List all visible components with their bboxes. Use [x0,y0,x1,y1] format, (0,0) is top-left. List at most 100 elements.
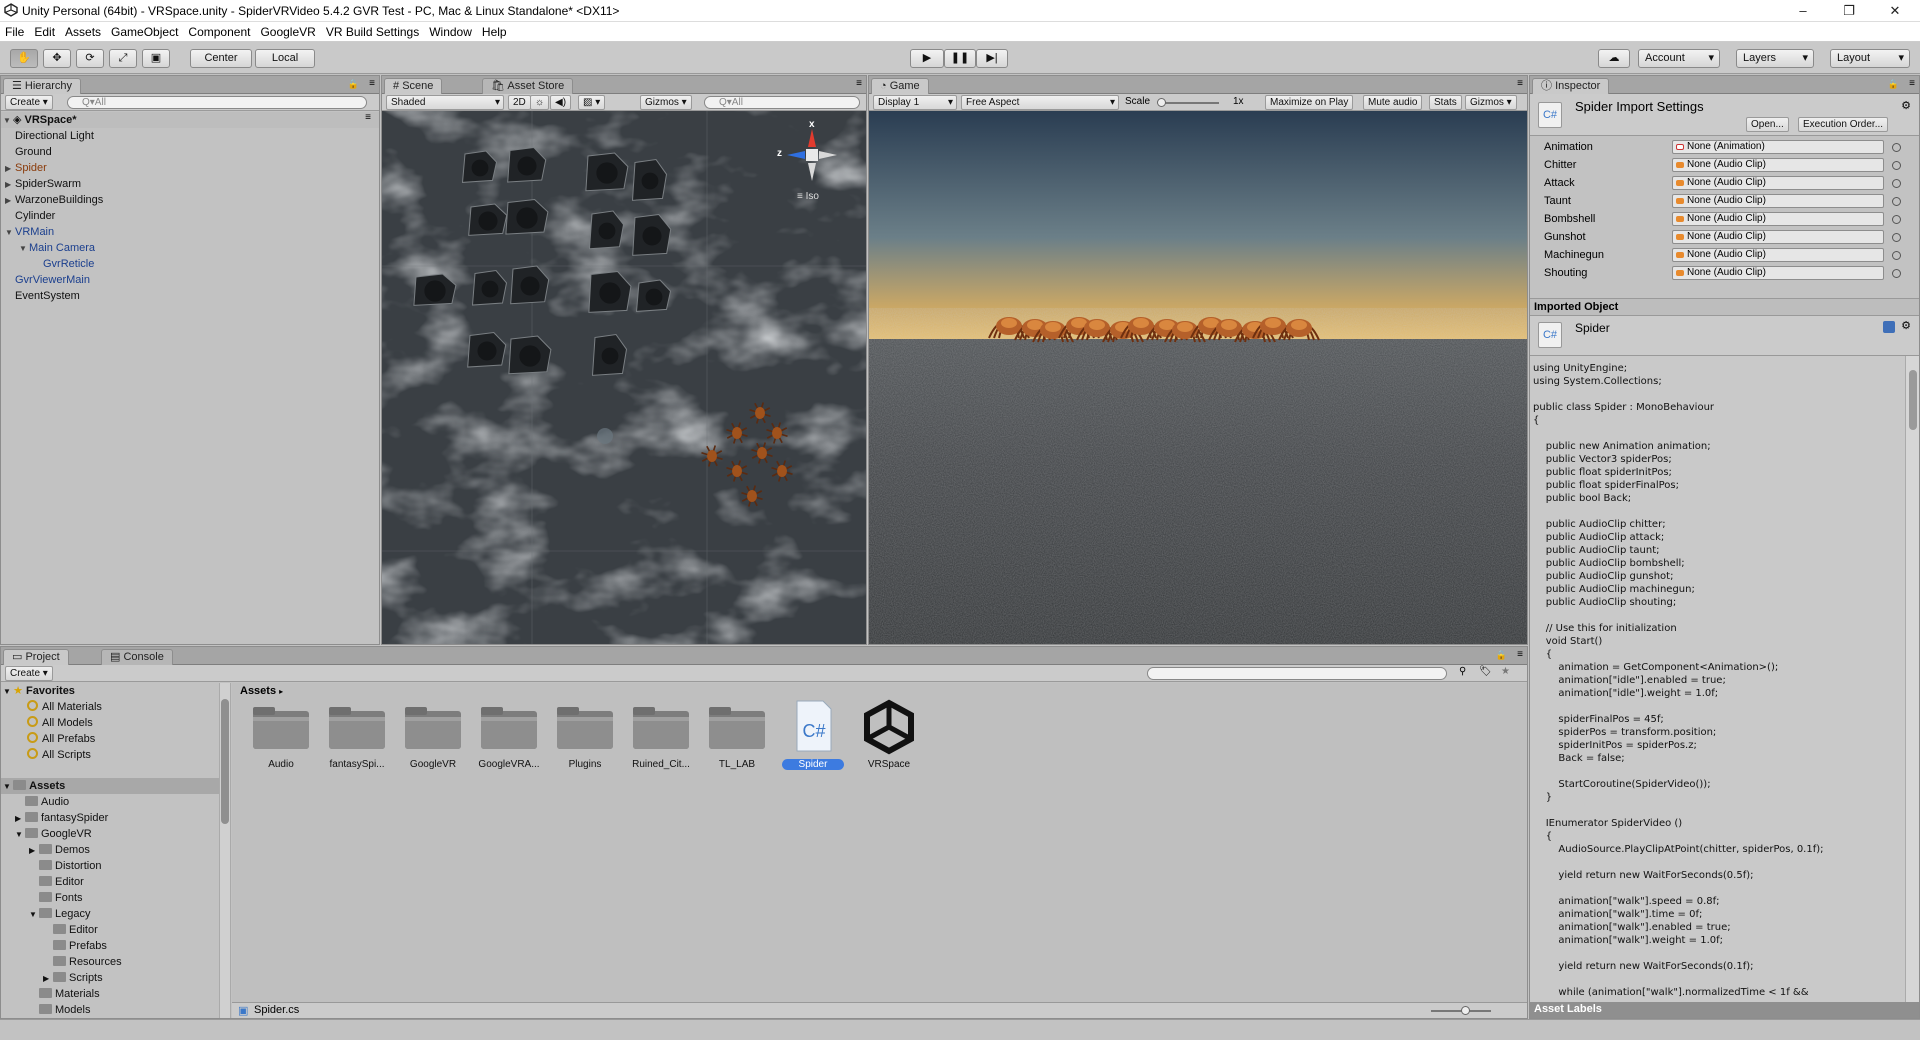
project-create-button[interactable]: Create ▾ [5,666,53,681]
hierarchy-item[interactable]: ▼ VRMain [5,224,54,240]
scene-header-row[interactable]: ▼ ◈ VRSpace* ≡ [1,112,379,128]
scene-menu-icon[interactable]: ≡ [365,112,371,123]
asset-item[interactable]: VRSpace [858,699,920,770]
object-picker-icon[interactable] [1892,143,1901,152]
filter-type-icon[interactable]: ⚲ [1459,666,1466,677]
menu-gameobject[interactable]: GameObject [106,22,183,42]
shading-mode-dropdown[interactable]: Shaded ▾ [386,95,504,110]
asset-item[interactable]: Audio [250,705,312,770]
chevron-down-icon[interactable]: ▼ [3,113,13,129]
object-field[interactable]: None (Audio Clip) [1672,230,1884,244]
chevron-right-icon[interactable]: ▶ [5,161,15,177]
account-dropdown[interactable]: Account ▾ [1638,49,1720,68]
code-scrollbar[interactable] [1905,356,1919,1002]
lock-icon[interactable]: 🔒 [348,79,359,90]
favorite-item[interactable]: All Prefabs [27,731,95,747]
menu-window[interactable]: Window [424,22,477,42]
tab-scene[interactable]: # Scene [384,78,443,94]
asset-tree-item[interactable]: ▶ Demos [29,842,90,858]
asset-tree-item[interactable]: Fonts [29,890,83,906]
object-field[interactable]: None (Audio Clip) [1672,158,1884,172]
chevron-right-icon[interactable]: ▶ [29,843,39,859]
mute-audio-toggle[interactable]: Mute audio [1363,95,1423,110]
gear-icon[interactable]: ⚙ [1901,319,1911,332]
chevron-down-icon[interactable]: ▼ [19,241,29,257]
hierarchy-item[interactable]: EventSystem [5,288,80,304]
close-button[interactable]: ✕ [1872,0,1918,22]
menu-vr-build-settings[interactable]: VR Build Settings [321,22,424,42]
object-field[interactable]: None (Audio Clip) [1672,248,1884,262]
asset-labels-bar[interactable]: Asset Labels [1530,1002,1919,1018]
hierarchy-item[interactable]: ▼ Main Camera [19,240,95,256]
chevron-down-icon[interactable]: ▼ [15,827,25,843]
layout-dropdown[interactable]: Layout ▾ [1830,49,1910,68]
asset-tree-item[interactable]: Models [29,1002,90,1018]
object-picker-icon[interactable] [1892,233,1901,242]
minimize-button[interactable]: – [1780,0,1826,22]
panel-menu-icon[interactable]: ≡ [856,78,862,89]
scene-search-input[interactable]: Q▾All [704,96,860,109]
object-picker-icon[interactable] [1892,215,1901,224]
panel-menu-icon[interactable]: ≡ [1517,649,1523,660]
lighting-toggle[interactable]: ☼ [530,95,550,110]
scale-slider[interactable] [1157,98,1219,107]
hierarchy-search-input[interactable]: Q▾All [67,96,367,109]
asset-item[interactable]: Plugins [554,705,616,770]
asset-tree-item[interactable]: Editor [29,874,84,890]
maximize-on-play-toggle[interactable]: Maximize on Play [1265,95,1354,110]
hierarchy-item[interactable]: ▶ SpiderSwarm [5,176,81,192]
filter-label-icon[interactable]: 🏷 [1479,666,1492,677]
menu-assets[interactable]: Assets [60,22,106,42]
asset-item[interactable]: C# Spider [782,700,844,770]
asset-item[interactable]: GoogleVR [402,705,464,770]
menu-file[interactable]: File [0,22,29,42]
assets-root-row[interactable]: ▼ Assets [1,778,219,794]
object-picker-icon[interactable] [1892,251,1901,260]
asset-tree-item[interactable]: ▼ GoogleVR [15,826,92,842]
collab-cloud-button[interactable]: ☁ [1598,49,1630,68]
lock-icon[interactable]: 🔒 [1496,650,1507,661]
hierarchy-item[interactable]: GvrViewerMain [5,272,90,288]
hierarchy-create-button[interactable]: Create ▾ [5,95,53,110]
code-scrollbar-thumb[interactable] [1909,370,1917,430]
scene-viewport[interactable]: x z ≡ Iso [382,111,866,644]
move-tool-button[interactable]: ✥ [43,49,71,68]
pivot-center-button[interactable]: Center [190,49,252,68]
aspect-dropdown[interactable]: Free Aspect ▾ [961,95,1119,110]
hierarchy-item[interactable]: GvrReticle [33,256,94,272]
gear-icon[interactable]: ⚙ [1901,99,1911,112]
tree-scrollbar-thumb[interactable] [221,699,229,824]
hierarchy-item[interactable]: Cylinder [5,208,55,224]
menu-edit[interactable]: Edit [29,22,60,42]
orientation-gizmo[interactable]: x z ≡ Iso [777,119,847,202]
2d-toggle[interactable]: 2D [508,95,531,110]
maximize-button[interactable]: ❐ [1826,0,1872,22]
help-book-icon[interactable] [1883,321,1895,333]
object-field[interactable]: None (Audio Clip) [1672,212,1884,226]
object-field[interactable]: None (Audio Clip) [1672,194,1884,208]
game-gizmos-dropdown[interactable]: Gizmos ▾ [1465,95,1517,110]
stats-toggle[interactable]: Stats [1429,95,1462,110]
chevron-right-icon[interactable]: ▶ [43,971,53,987]
chevron-right-icon[interactable]: ▶ [15,811,25,827]
pause-button[interactable]: ❚❚ [944,49,976,68]
asset-tree-item[interactable]: ▶ fantasySpider [15,810,108,826]
breadcrumb[interactable]: Assets ▸ [240,685,283,697]
open-button[interactable]: Open... [1746,117,1789,132]
layers-dropdown[interactable]: Layers ▾ [1736,49,1814,68]
hierarchy-item[interactable]: ▶ Spider [5,160,47,176]
project-search-input[interactable] [1147,667,1447,680]
display-dropdown[interactable]: Display 1 ▾ [873,95,957,110]
rect-tool-button[interactable]: ▣ [142,49,170,68]
tab-hierarchy[interactable]: ☰ Hierarchy [3,78,81,94]
projection-toggle[interactable]: ≡ Iso [797,191,819,202]
scale-tool-button[interactable]: ⤢ [109,49,137,68]
object-field[interactable]: None (Animation) [1672,140,1884,154]
menu-googlevr[interactable]: GoogleVR [255,22,320,42]
favorite-item[interactable]: All Models [27,715,93,731]
object-picker-icon[interactable] [1892,179,1901,188]
pivot-local-button[interactable]: Local [255,49,315,68]
chevron-down-icon[interactable]: ▼ [5,225,15,241]
game-viewport[interactable] [869,111,1527,644]
icon-size-slider-thumb[interactable] [1461,1006,1470,1015]
